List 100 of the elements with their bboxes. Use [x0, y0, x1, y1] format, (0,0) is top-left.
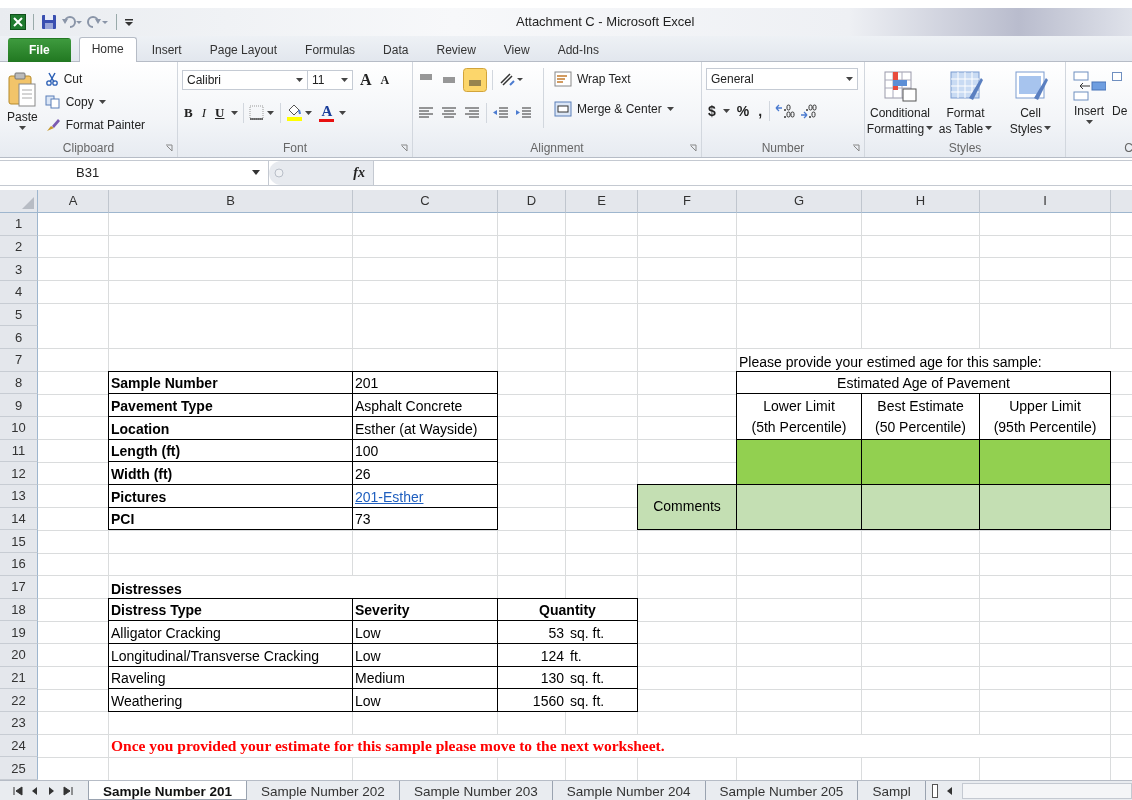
- sheet-tab[interactable]: Sample Number 203: [399, 781, 553, 800]
- row-header[interactable]: 10: [0, 417, 38, 440]
- ribbon-tab[interactable]: Formulas: [292, 38, 369, 63]
- align-bottom-icon[interactable]: [463, 68, 487, 93]
- sheet-tab[interactable]: Sample Number 201: [88, 781, 248, 800]
- grow-font-button[interactable]: A: [358, 71, 374, 90]
- row-header[interactable]: 23: [0, 711, 38, 735]
- merge-center-button[interactable]: Merge & Center: [554, 99, 674, 120]
- column-header[interactable]: F: [638, 189, 737, 213]
- wrap-text-button[interactable]: Wrap Text: [554, 69, 674, 90]
- answer-cell[interactable]: [736, 438, 862, 486]
- horizontal-scrollbar[interactable]: [961, 782, 1132, 799]
- dialog-launcher-icon[interactable]: [400, 144, 408, 153]
- resize-handle-icon[interactable]: [273, 166, 285, 179]
- caret-icon[interactable]: [231, 111, 239, 116]
- ribbon-tab[interactable]: View: [490, 38, 543, 63]
- answer-cell[interactable]: [979, 438, 1111, 486]
- row-header[interactable]: 18: [0, 598, 38, 622]
- row-header[interactable]: 2: [0, 235, 38, 259]
- font-size-dropdown[interactable]: 11: [307, 70, 353, 91]
- answer-cell[interactable]: [861, 438, 980, 486]
- delete-button[interactable]: De: [1112, 68, 1128, 121]
- first-sheet-icon[interactable]: [12, 784, 24, 797]
- row-header[interactable]: 7: [0, 348, 38, 372]
- column-header[interactable]: C: [353, 189, 498, 213]
- insert-function-button[interactable]: fx: [353, 164, 365, 181]
- style-button[interactable]: Conditional Formatting: [869, 68, 931, 139]
- save-icon[interactable]: [41, 13, 57, 30]
- row-header[interactable]: 16: [0, 553, 38, 576]
- ribbon-tab[interactable]: Page Layout: [196, 38, 291, 63]
- number-format-dropdown[interactable]: General: [706, 68, 858, 91]
- font-color-button[interactable]: A: [319, 104, 335, 123]
- row-header[interactable]: 11: [0, 439, 38, 463]
- cut-button[interactable]: Cut: [44, 69, 146, 90]
- ribbon-tab[interactable]: Add-Ins: [544, 38, 612, 63]
- row-header[interactable]: 13: [0, 485, 38, 508]
- split-handle-icon[interactable]: [931, 783, 938, 798]
- comment-cell[interactable]: [861, 484, 980, 531]
- column-header[interactable]: H: [862, 189, 980, 213]
- style-button[interactable]: Format as Table: [935, 68, 996, 139]
- caret-icon[interactable]: [722, 109, 730, 114]
- font-family-dropdown[interactable]: Calibri: [182, 70, 308, 91]
- currency-button[interactable]: $: [706, 103, 718, 120]
- sheet-tab[interactable]: Sampl: [858, 781, 926, 800]
- row-header[interactable]: 12: [0, 462, 38, 486]
- bold-button[interactable]: B: [182, 105, 195, 122]
- increase-decimal-icon[interactable]: [775, 103, 796, 120]
- row-header[interactable]: 3: [0, 258, 38, 281]
- sheet-tab[interactable]: Sample Number 202: [247, 781, 400, 800]
- underline-button[interactable]: U: [213, 105, 227, 122]
- borders-icon[interactable]: [249, 105, 276, 122]
- dialog-launcher-icon[interactable]: [689, 144, 697, 153]
- row-header[interactable]: 19: [0, 621, 38, 644]
- copy-button[interactable]: Copy: [44, 92, 146, 113]
- row-header[interactable]: 20: [0, 643, 38, 667]
- column-header[interactable]: B: [109, 189, 353, 213]
- ribbon-tab[interactable]: Data: [370, 38, 422, 63]
- column-header[interactable]: D: [498, 189, 566, 213]
- ribbon-tab[interactable]: Home: [78, 37, 137, 63]
- column-header[interactable]: A: [38, 189, 109, 213]
- row-header[interactable]: 9: [0, 394, 38, 417]
- row-header[interactable]: 6: [0, 326, 38, 349]
- column-header[interactable]: I: [980, 189, 1111, 213]
- fill-bucket-icon[interactable]: [286, 104, 315, 123]
- name-box[interactable]: B31: [8, 161, 269, 185]
- row-header[interactable]: 14: [0, 507, 38, 531]
- comment-cell[interactable]: [979, 484, 1111, 531]
- row-header[interactable]: 8: [0, 371, 38, 395]
- ribbon-tab[interactable]: Review: [423, 38, 489, 63]
- row-header[interactable]: 21: [0, 666, 38, 690]
- insert-button[interactable]: Insert: [1070, 68, 1108, 127]
- comment-cell[interactable]: [736, 484, 862, 531]
- paste-button[interactable]: Paste: [4, 68, 41, 133]
- style-button[interactable]: Cell Styles: [1000, 68, 1061, 139]
- excel-logo-icon[interactable]: [10, 13, 26, 30]
- row-header[interactable]: 4: [0, 280, 38, 304]
- link-cell[interactable]: 201-Esther: [352, 484, 498, 508]
- next-sheet-icon[interactable]: [46, 784, 56, 797]
- dialog-launcher-icon[interactable]: [852, 144, 860, 153]
- row-header[interactable]: 1: [0, 212, 38, 236]
- shrink-font-button[interactable]: A: [378, 72, 392, 88]
- row-header[interactable]: 5: [0, 303, 38, 327]
- column-header[interactable]: G: [737, 189, 862, 213]
- ribbon-tab[interactable]: Insert: [138, 38, 195, 63]
- caret-icon[interactable]: [339, 111, 347, 116]
- ribbon-tab[interactable]: File: [8, 38, 71, 63]
- row-header[interactable]: 15: [0, 530, 38, 554]
- last-sheet-icon[interactable]: [62, 784, 74, 797]
- previous-sheet-icon[interactable]: [30, 784, 40, 797]
- format-painter-button[interactable]: Format Painter: [44, 115, 146, 136]
- column-header[interactable]: E: [566, 189, 638, 213]
- comma-button[interactable]: ,: [756, 103, 765, 120]
- sheet-tab[interactable]: Sample Number 205: [705, 781, 859, 800]
- sheet-tab[interactable]: Sample Number 204: [552, 781, 706, 800]
- italic-button[interactable]: I: [199, 105, 208, 122]
- row-header[interactable]: 24: [0, 734, 38, 758]
- dialog-launcher-icon[interactable]: [165, 144, 173, 153]
- undo-icon[interactable]: [61, 13, 83, 30]
- percent-button[interactable]: %: [734, 103, 752, 120]
- row-header[interactable]: 25: [0, 757, 38, 780]
